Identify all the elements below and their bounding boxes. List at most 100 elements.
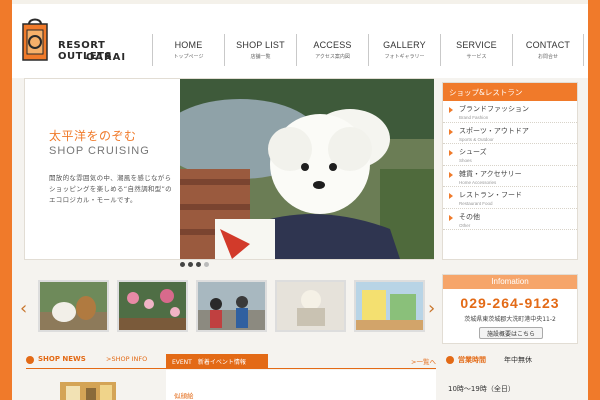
gallery-thumb-4[interactable]	[275, 280, 346, 332]
people-photo-thumbnail	[198, 282, 265, 330]
dogs-photo-thumbnail	[40, 282, 107, 330]
business-hours-time: 10時～19時（全日）	[448, 385, 515, 393]
nav-contact[interactable]: CONTACT お問合せ	[512, 34, 584, 66]
divider	[166, 368, 436, 369]
facility-overview-button[interactable]: 施設概要はこちら	[479, 327, 543, 339]
hero-title: 太平洋をのぞむ	[49, 129, 137, 143]
gallery-thumbnails	[38, 280, 425, 332]
category-sublabel: Brand Fashion	[459, 115, 489, 120]
nav-home[interactable]: HOME トップページ	[152, 34, 224, 66]
nav-label: GALLERY	[383, 40, 426, 50]
event-header: EVENT 新着イベント情報 >一覧へ	[166, 354, 436, 369]
category-restaurant-food[interactable]: レストラン・フード Restaurant Food	[443, 187, 577, 209]
category-brand-fashion[interactable]: ブランドファッション Brand Fashion	[443, 101, 577, 123]
main-nav: HOME トップページ SHOP LIST 店舗一覧 ACCESS アクセス案内…	[152, 34, 584, 68]
nav-sublabel: アクセス案内図	[315, 54, 350, 60]
category-home-accessories[interactable]: 雑貨・アクセサリー Home Accessories	[443, 166, 577, 187]
shop-news-header: SHOP NEWS >SHOP INFO	[26, 354, 166, 369]
hero-slider: 太平洋をのぞむ SHOP CRUISING 開放的な雰囲気の中、潮風を感じながら…	[24, 78, 434, 260]
slider-dot-2[interactable]	[188, 262, 193, 267]
bullet-icon	[26, 356, 34, 364]
nav-label: CONTACT	[525, 40, 571, 50]
category-label: その他	[459, 212, 480, 221]
event-item-link[interactable]: 似顔絵	[174, 390, 194, 400]
gallery-thumb-2[interactable]	[117, 280, 188, 332]
category-sublabel: Home Accessories	[459, 179, 497, 185]
info-address: 茨城県東茨城郡大洗町港中央11-2	[464, 316, 556, 323]
nav-access[interactable]: ACCESS アクセス案内図	[296, 34, 368, 66]
nav-label: SHOP LIST	[236, 40, 285, 50]
category-sports-outdoor[interactable]: スポーツ・アウトドア Sports & Outdoor	[443, 123, 577, 144]
slider-dot-4[interactable]	[204, 262, 209, 267]
info-box: Infomation 029-264-9123 茨城県東茨城郡大洗町港中央11-…	[442, 274, 578, 344]
category-label: ブランドファッション	[459, 105, 529, 113]
slider-dot-1[interactable]	[180, 262, 185, 267]
page-content: RESORT OUTLETS OARAI HOME トップページ SHOP LI…	[12, 4, 588, 400]
info-phone[interactable]: 029-264-9123	[443, 289, 577, 311]
nav-sublabel: トップページ	[173, 54, 204, 60]
site-header: RESORT OUTLETS OARAI HOME トップページ SHOP LI…	[12, 4, 588, 78]
gallery-thumb-1[interactable]	[38, 280, 109, 332]
category-label: 雑貨・アクセサリー	[459, 169, 522, 178]
nav-sublabel: お問合せ	[537, 54, 558, 60]
nav-sublabel: フォトギャラリー	[384, 54, 425, 60]
arrow-right-icon	[449, 107, 453, 113]
category-other[interactable]: その他 Other	[443, 209, 577, 230]
nav-service[interactable]: SERVICE サービス	[440, 34, 512, 66]
left-orange-border	[0, 0, 12, 400]
event-panel: 似顔絵	[166, 370, 436, 400]
shop-info-link[interactable]: >SHOP INFO	[106, 355, 147, 363]
interior-photo-thumbnail	[277, 282, 344, 330]
shop-news-title: SHOP NEWS	[38, 355, 86, 363]
shop-category-menu: ショップ&レストランShop&Restaurants ブランドファッション Br…	[442, 82, 578, 260]
site-name-line2: OARAI	[86, 52, 127, 63]
arrow-right-icon	[449, 193, 453, 199]
shop-category-title: ショップ&レストラン	[449, 88, 523, 97]
nav-sublabel: 店舗一覧	[250, 54, 271, 60]
gallery-thumb-3[interactable]	[196, 280, 267, 332]
shopping-bag-logo-icon	[22, 18, 48, 61]
slider-dot-3[interactable]	[196, 262, 201, 267]
event-tag: EVENT 新着イベント情報	[166, 354, 268, 368]
hero-subtitle: SHOP CRUISING	[49, 145, 150, 157]
chevron-right-icon[interactable]: ›	[428, 298, 435, 319]
category-sublabel: Shoes	[459, 158, 472, 163]
shop-news-thumbnail[interactable]	[60, 382, 116, 400]
category-sublabel: Other	[459, 222, 471, 228]
flowers-photo-thumbnail	[119, 282, 186, 330]
nav-shop-list[interactable]: SHOP LIST 店舗一覧	[224, 34, 296, 66]
nav-gallery[interactable]: GALLERY フォトギャラリー	[368, 34, 440, 66]
business-hours-header: 営業時間 年中無休	[446, 354, 578, 368]
info-title: Infomation	[443, 275, 577, 289]
nav-label: SERVICE	[456, 40, 497, 50]
divider	[26, 368, 166, 369]
site-logo[interactable]: RESORT OUTLETS OARAI	[20, 16, 160, 68]
hero-body: 開放的な雰囲気の中、潮風を感じながらショッピングを楽しめる“自然調和型”のエコロ…	[49, 174, 172, 204]
right-orange-border	[588, 0, 600, 400]
event-list-link[interactable]: >一覧へ	[411, 356, 436, 366]
category-sublabel: Sports & Outdoor	[459, 136, 494, 142]
gallery-thumb-5[interactable]	[354, 280, 425, 332]
category-label: シューズ	[459, 148, 487, 156]
arrow-right-icon	[449, 150, 453, 156]
business-hours-title: 営業時間	[458, 356, 486, 364]
category-label: スポーツ・アウトドア	[459, 126, 529, 135]
slider-pagination	[180, 262, 209, 267]
dog-photo-illustration	[180, 79, 434, 259]
category-label: レストラン・フード	[459, 191, 522, 199]
category-sublabel: Restaurant Food	[459, 201, 493, 206]
category-shoes[interactable]: シューズ Shoes	[443, 144, 577, 166]
chevron-left-icon[interactable]: ‹	[20, 298, 27, 319]
holiday-text: 年中無休	[504, 356, 532, 364]
nav-label: HOME	[174, 40, 203, 50]
page-frame: RESORT OUTLETS OARAI HOME トップページ SHOP LI…	[0, 0, 600, 400]
arrow-right-icon	[449, 128, 453, 135]
hero-photo-dog	[180, 79, 434, 259]
hero-text-panel: 太平洋をのぞむ SHOP CRUISING 開放的な雰囲気の中、潮風を感じながら…	[25, 79, 180, 259]
shop-category-header: ショップ&レストランShop&Restaurants	[443, 83, 577, 107]
nav-sublabel: サービス	[466, 54, 487, 60]
craft-photo-thumbnail	[356, 282, 423, 330]
bullet-icon	[446, 356, 454, 364]
nav-label: ACCESS	[313, 40, 352, 50]
arrow-right-icon	[449, 171, 453, 178]
